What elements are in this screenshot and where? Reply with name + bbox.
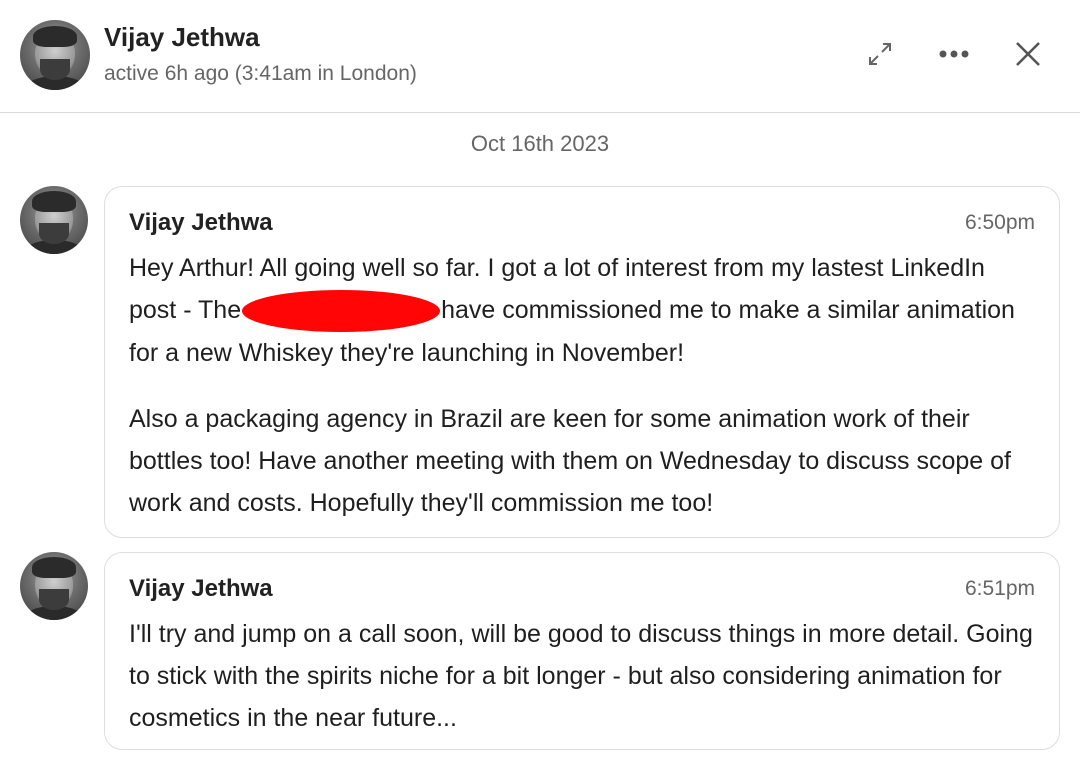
message-time: 6:51pm (964, 577, 1035, 600)
header-actions (862, 36, 1046, 72)
redaction-mark (242, 290, 441, 332)
avatar[interactable] (20, 552, 88, 620)
avatar[interactable] (20, 20, 90, 90)
message-paragraph: I'll try and jump on a call soon, will b… (129, 620, 1033, 732)
expand-icon[interactable] (862, 36, 898, 72)
contact-name[interactable]: Vijay Jethwa (104, 22, 260, 53)
message-sender[interactable]: Vijay Jethwa (129, 209, 1035, 237)
conversation-header: Vijay Jethwa active 6h ago (3:41am in Lo… (0, 0, 1080, 113)
more-icon[interactable] (936, 36, 972, 72)
message-time: 6:50pm (964, 211, 1035, 234)
close-icon[interactable] (1010, 36, 1046, 72)
avatar[interactable] (20, 186, 88, 254)
message-paragraph: Hey Arthur! All going well so far. I got… (129, 247, 1035, 374)
message-bubble: Vijay Jethwa 6:50pm Hey Arthur! All goin… (104, 186, 1060, 538)
date-separator: Oct 16th 2023 (470, 131, 610, 156)
message-paragraph: Also a packaging agency in Brazil are ke… (129, 405, 1011, 517)
message-sender[interactable]: Vijay Jethwa (129, 575, 1035, 603)
active-status: active 6h ago (3:41am in London) (104, 62, 417, 85)
message-bubble: Vijay Jethwa 6:51pm I'll try and jump on… (104, 552, 1060, 750)
